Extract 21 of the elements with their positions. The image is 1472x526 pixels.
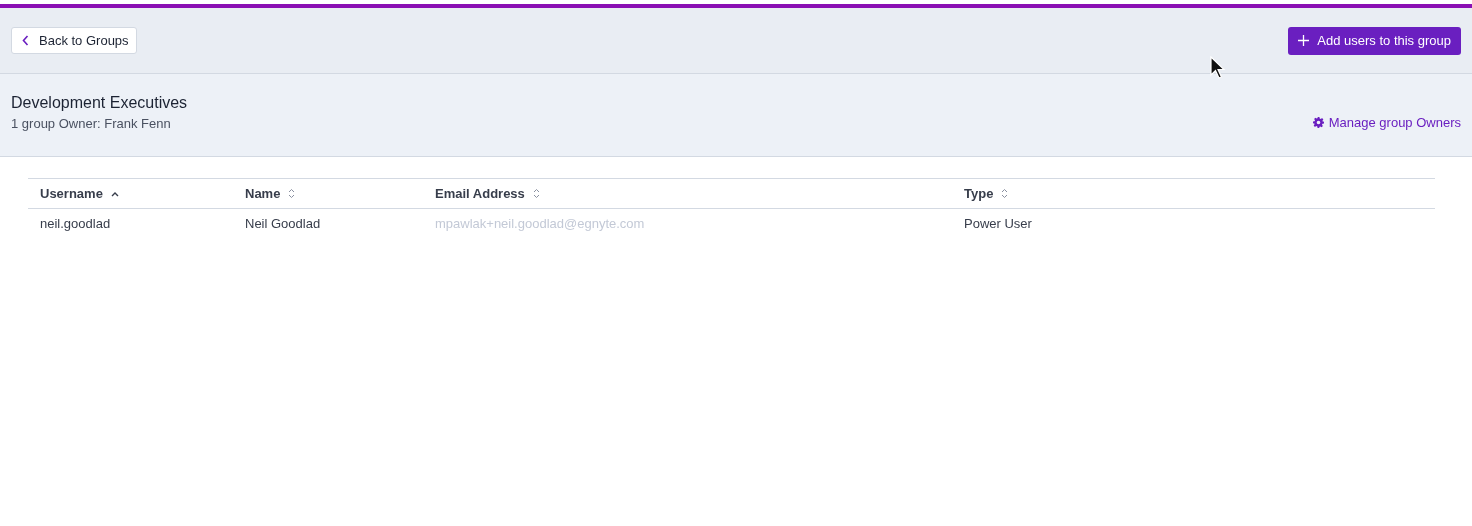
group-name: Development Executives <box>11 94 188 112</box>
sort-icon[interactable] <box>1001 188 1009 199</box>
column-header[interactable]: Username <box>28 186 233 201</box>
add-users-button[interactable]: Add users to this group <box>1288 26 1461 55</box>
column-header[interactable]: Email Address <box>423 186 952 201</box>
sort-ascending-icon[interactable] <box>110 190 119 197</box>
mouse-pointer-icon <box>1210 56 1226 80</box>
column-header[interactable]: Name <box>233 186 423 201</box>
table-cell-text: neil.goodlad <box>39 216 112 231</box>
gear-icon <box>1312 117 1324 128</box>
plus-icon <box>1298 35 1310 46</box>
group-owners: 1 group Owner: Frank Fenn <box>11 116 172 131</box>
sort-icon[interactable] <box>532 188 540 199</box>
chevron-left-icon <box>22 35 29 46</box>
table-cell-text: Power User <box>963 216 1033 231</box>
table-cell-text: mpawlak+neil.goodlad@egnyte.com <box>434 216 646 231</box>
column-header[interactable]: Type <box>952 186 1435 201</box>
table-cell-text: Neil Goodlad <box>244 216 322 231</box>
sort-icon[interactable] <box>288 188 296 199</box>
back-button[interactable]: Back to Groups <box>11 27 137 54</box>
manage-owners-link[interactable]: Manage group Owners <box>1312 115 1461 130</box>
